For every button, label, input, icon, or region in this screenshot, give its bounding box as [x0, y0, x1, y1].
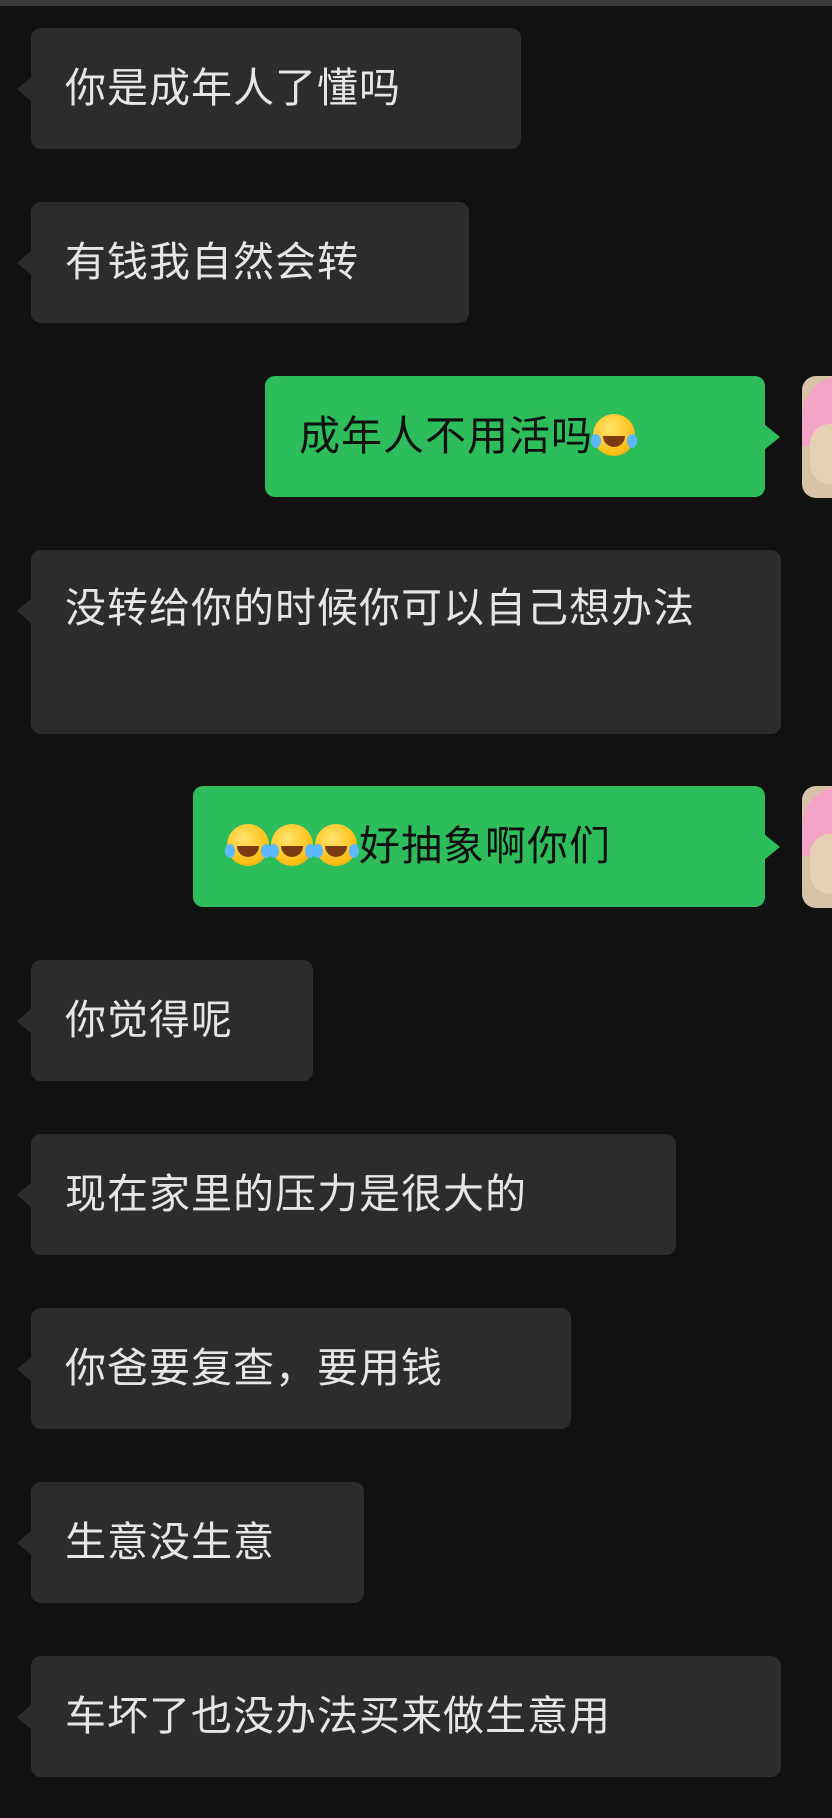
- message-text: 有钱我自然会转: [65, 238, 359, 286]
- loudly-crying-laughing-emoji-icon: [313, 824, 357, 866]
- message-text: 你是成年人了懂吗: [65, 64, 401, 112]
- message-bubble-outgoing[interactable]: 好抽象啊你们: [193, 786, 780, 907]
- message-bubble-incoming[interactable]: 现在家里的压力是很大的: [17, 1134, 676, 1255]
- message-bubble-incoming[interactable]: 车坏了也没办法买来做生意用: [17, 1656, 781, 1777]
- message-text: 生意没生意: [65, 1518, 275, 1566]
- message-text: 没转给你的时候你可以自己想办法: [65, 584, 695, 632]
- message-text: 成年人不用活吗: [299, 412, 593, 460]
- chat-message-list[interactable]: 你是成年人了懂吗 有钱我自然会转 成年人不用活吗 没转给你的时候你可以自己想办法…: [0, 0, 832, 1818]
- loudly-crying-laughing-emoji-icon: [591, 414, 635, 456]
- message-text: 你觉得呢: [65, 996, 233, 1044]
- loudly-crying-laughing-emoji-icon: [269, 824, 313, 866]
- my-avatar[interactable]: [802, 786, 832, 908]
- message-text: 现在家里的压力是很大的: [65, 1170, 527, 1218]
- message-text: 你爸要复查，要用钱: [65, 1344, 443, 1392]
- message-bubble-incoming[interactable]: 你是成年人了懂吗: [17, 28, 521, 149]
- top-divider: [0, 0, 832, 6]
- message-bubble-incoming[interactable]: 有钱我自然会转: [17, 202, 469, 323]
- message-bubble-outgoing[interactable]: 成年人不用活吗: [265, 376, 780, 497]
- message-bubble-incoming[interactable]: 你爸要复查，要用钱: [17, 1308, 571, 1429]
- message-text: 车坏了也没办法买来做生意用: [65, 1692, 611, 1740]
- message-bubble-incoming[interactable]: 生意没生意: [17, 1482, 364, 1603]
- message-text: 好抽象啊你们: [359, 822, 611, 870]
- my-avatar[interactable]: [802, 376, 832, 498]
- message-bubble-incoming[interactable]: 你觉得呢: [17, 960, 313, 1081]
- loudly-crying-laughing-emoji-icon: [225, 824, 269, 866]
- message-bubble-incoming[interactable]: 没转给你的时候你可以自己想办法: [17, 550, 781, 734]
